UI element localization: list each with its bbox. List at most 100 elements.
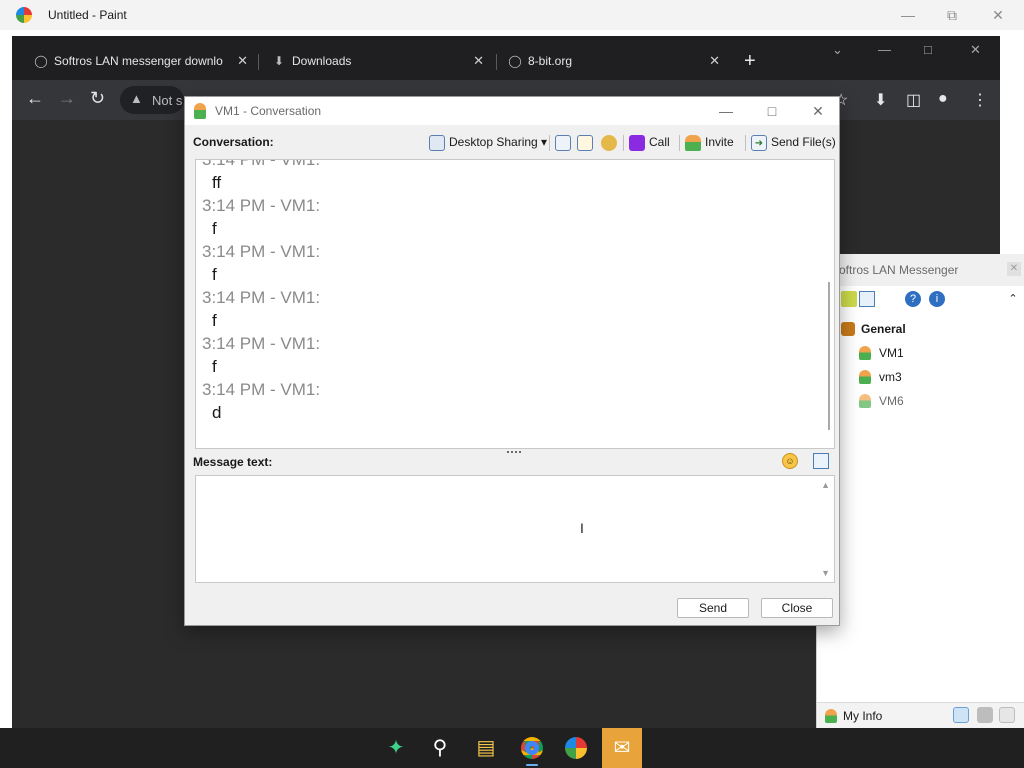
close-button[interactable]: Close — [761, 598, 833, 618]
new-tab-icon[interactable]: + — [744, 50, 756, 73]
info-icon[interactable]: i — [929, 291, 945, 307]
toolbar-separator — [679, 135, 680, 151]
message-header: 3:14 PM - VM1: — [202, 288, 321, 307]
history-button[interactable] — [555, 133, 575, 153]
tab-softros-download[interactable]: ◯ Softros LAN messenger downlo ✕ — [22, 44, 258, 78]
user-vm6[interactable]: VM6 — [879, 394, 904, 408]
text-cursor-icon: I — [580, 520, 584, 536]
conversation-label: Conversation: — [193, 135, 274, 149]
globe-icon: ◯ — [34, 54, 48, 68]
softros-main-window: oftros LAN Messenger ✕ ? i ⌃ General VM1… — [816, 254, 1024, 728]
forward-icon[interactable]: → — [58, 88, 76, 109]
toolbar-separator — [745, 135, 746, 151]
status-offline-icon[interactable] — [999, 707, 1015, 723]
minimize-icon[interactable]: — — [888, 4, 928, 26]
send-files-button[interactable]: ➜ Send File(s) — [751, 133, 836, 153]
address-bar[interactable]: ▲ Not s — [120, 86, 184, 114]
menu-icon[interactable]: ⋮ — [972, 90, 988, 110]
close-icon[interactable]: ✕ — [978, 4, 1018, 26]
message-entry: 3:14 PM - VM1: f — [202, 286, 320, 332]
tab-close-icon[interactable]: ✕ — [237, 53, 248, 69]
history-icon[interactable] — [859, 291, 875, 307]
reload-icon[interactable]: ↻ — [90, 88, 105, 109]
softros-title-bar: oftros LAN Messenger ✕ — [817, 254, 1024, 286]
tab-downloads[interactable]: ⬇ Downloads ✕ — [260, 44, 494, 78]
message-text-label: Message text: — [193, 455, 273, 469]
user-icon — [859, 394, 871, 408]
status-available-icon[interactable] — [953, 707, 969, 723]
settings-button[interactable] — [601, 133, 621, 153]
user-icon — [859, 370, 871, 384]
message-entry: 3:14 PM - VM1: f — [202, 332, 320, 378]
close-icon[interactable]: ✕ — [970, 42, 981, 58]
chrome-taskbar-icon[interactable] — [512, 728, 552, 768]
tab-close-icon[interactable]: ✕ — [709, 53, 720, 69]
history-scrollbar[interactable] — [828, 282, 830, 430]
taskbar: ✦ ⚲ ▤ ✉ — [0, 728, 1024, 768]
minimize-icon[interactable]: — — [878, 42, 891, 57]
maximize-icon[interactable]: □ — [757, 101, 787, 121]
collapse-icon[interactable]: ⌃ — [1005, 291, 1021, 307]
tab-close-icon[interactable]: ✕ — [473, 53, 484, 69]
conversation-window: VM1 - Conversation — □ ✕ Conversation: D… — [184, 96, 840, 626]
send-file-icon: ➜ — [751, 134, 767, 151]
message-text: f — [212, 219, 217, 238]
notes-icon — [577, 134, 593, 151]
gear-icon — [601, 134, 617, 151]
back-icon[interactable]: ← — [26, 88, 44, 109]
tab-search-icon[interactable]: ⌄ — [832, 42, 843, 58]
restore-icon[interactable]: ⧉ — [932, 4, 972, 26]
maximize-icon[interactable]: □ — [924, 42, 932, 57]
my-info-icon — [825, 709, 837, 723]
call-button[interactable]: Call — [629, 133, 670, 153]
status-away-icon[interactable] — [977, 707, 993, 723]
smiley-icon[interactable]: ☺ — [782, 453, 798, 469]
message-text: f — [212, 357, 217, 376]
address-security-text: Not s — [152, 93, 183, 108]
close-icon[interactable]: ✕ — [1007, 262, 1021, 276]
close-icon[interactable]: ✕ — [803, 101, 833, 121]
group-icon — [841, 322, 855, 336]
user-vm1[interactable]: VM1 — [879, 346, 904, 360]
conversation-window-title: VM1 - Conversation — [215, 104, 322, 118]
chrome-tab-strip: ◯ Softros LAN messenger downlo ✕ ⬇ Downl… — [12, 36, 1000, 80]
my-info-link[interactable]: My Info — [843, 709, 882, 723]
tab-separator — [258, 54, 259, 70]
softros-status-bar: My Info — [817, 702, 1024, 728]
softros-taskbar-icon[interactable]: ✉ — [602, 728, 642, 768]
paint-app-icon — [16, 7, 32, 23]
profile-icon[interactable]: ● — [938, 90, 948, 108]
start-icon[interactable]: ✦ — [376, 728, 416, 768]
conversation-history[interactable]: 3:14 PM - VM1: ff 3:14 PM - VM1: f 3:14 … — [195, 159, 835, 449]
tab-8bit[interactable]: ◯ 8-bit.org ✕ — [496, 44, 730, 78]
toolbar-separator — [623, 135, 624, 151]
message-header: 3:14 PM - VM1: — [202, 242, 321, 261]
message-header: 3:14 PM - VM1: — [202, 196, 321, 215]
scroll-up-icon[interactable]: ▲ — [821, 480, 830, 490]
invite-button[interactable]: Invite — [685, 133, 734, 153]
message-text: ff — [212, 173, 222, 192]
message-text: d — [212, 403, 222, 422]
splitter-handle[interactable] — [507, 451, 521, 453]
desktop-sharing-button[interactable]: Desktop Sharing ▾ — [429, 133, 547, 153]
video-camera-icon — [629, 134, 645, 151]
paint-taskbar-icon[interactable] — [556, 728, 596, 768]
search-icon[interactable]: ⚲ — [420, 728, 460, 768]
minimize-icon[interactable]: — — [711, 101, 741, 121]
call-label: Call — [649, 135, 670, 149]
help-icon[interactable]: ? — [905, 291, 921, 307]
message-input[interactable]: ▲ ▼ I — [195, 475, 835, 583]
download-icon[interactable]: ⬇ — [874, 90, 887, 110]
user-icon — [194, 103, 206, 119]
user-vm3[interactable]: vm3 — [879, 370, 902, 384]
send-button[interactable]: Send — [677, 598, 749, 618]
file-explorer-icon[interactable]: ▤ — [466, 728, 506, 768]
message-entry: 3:14 PM - VM1: d — [202, 378, 320, 424]
edit-note-icon[interactable] — [813, 453, 829, 469]
globe-icon: ◯ — [508, 54, 522, 68]
side-panel-icon[interactable]: ◫ — [906, 90, 921, 110]
notes-button[interactable] — [577, 133, 597, 153]
group-general[interactable]: General — [861, 322, 906, 336]
open-folder-icon[interactable] — [841, 291, 857, 307]
scroll-down-icon[interactable]: ▼ — [821, 568, 830, 578]
